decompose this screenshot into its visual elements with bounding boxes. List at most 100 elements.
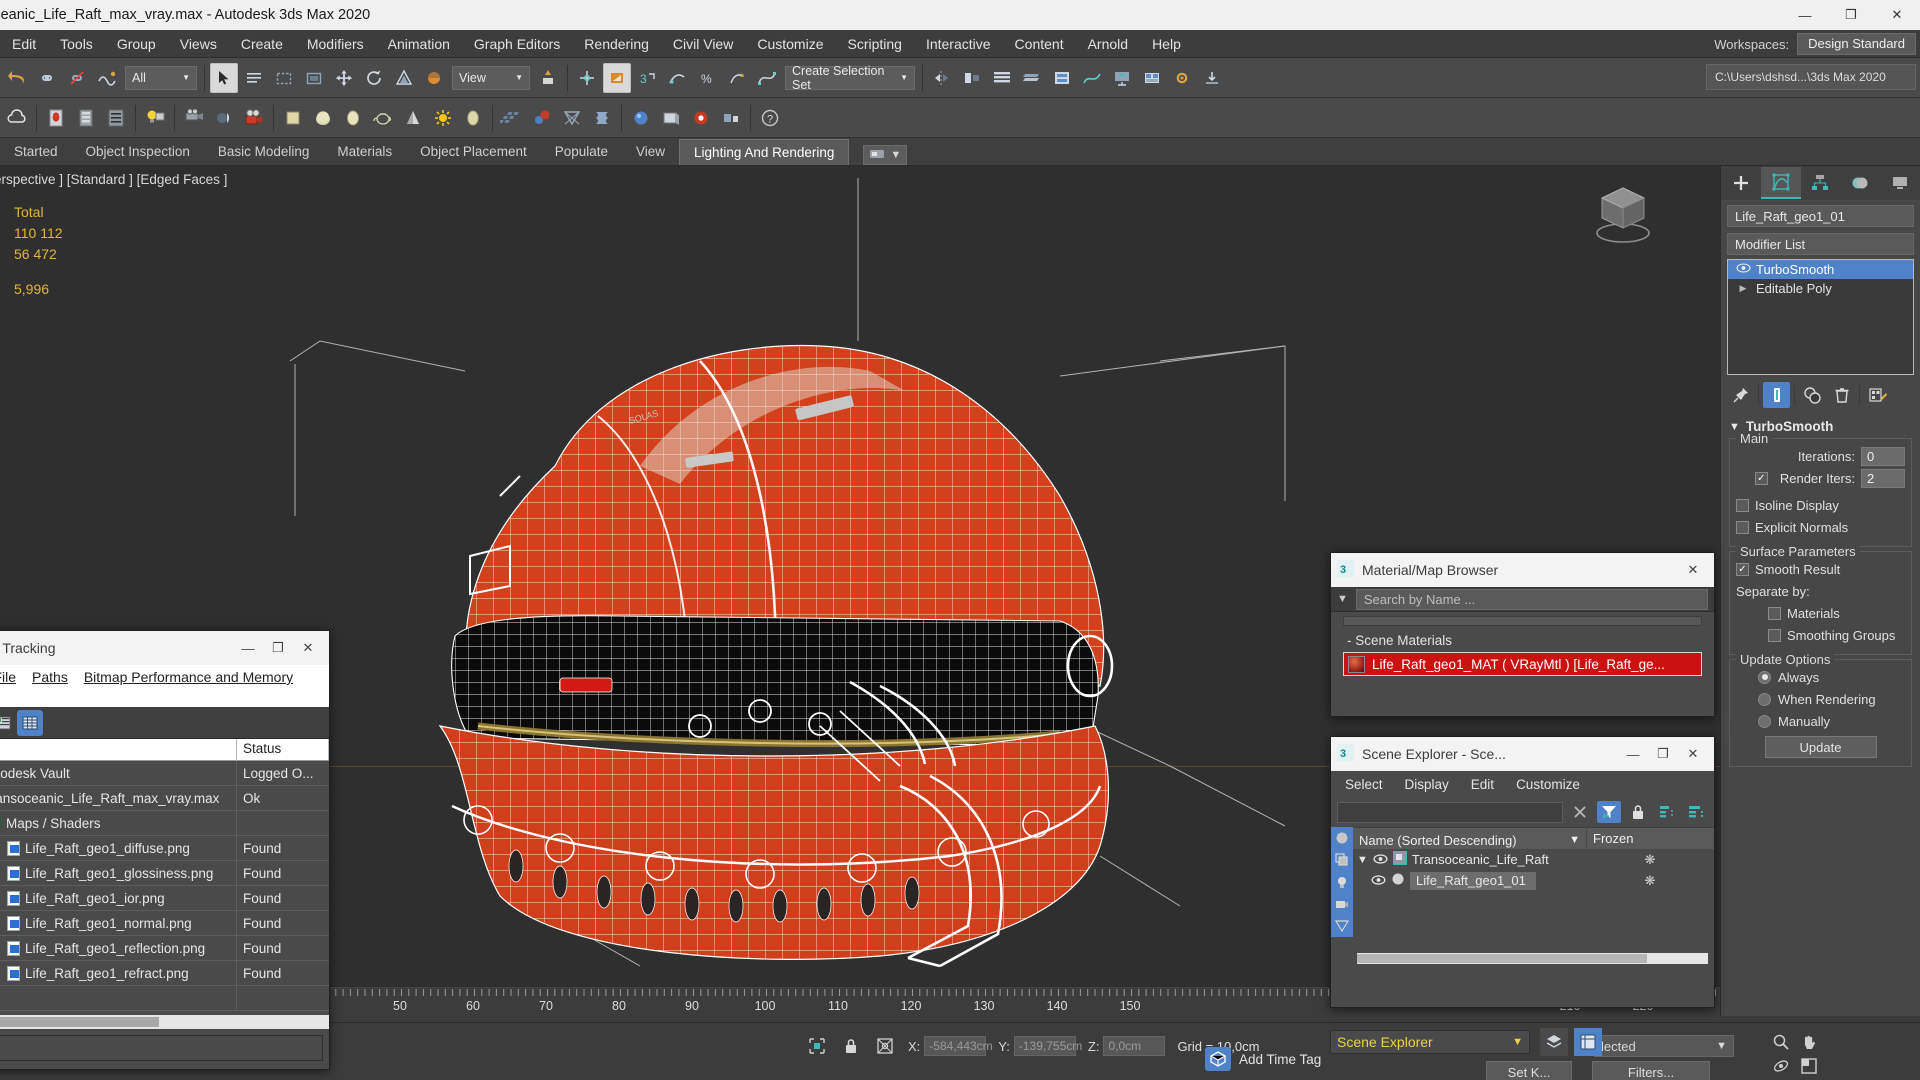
asset-tracking-titlebar[interactable]: sset Tracking — ❐ ✕ (0, 631, 329, 665)
cloth-modifier-icon[interactable] (588, 103, 616, 133)
modifier-stack-item-editable-poly[interactable]: ▶ Editable Poly (1728, 279, 1913, 298)
spinner-snap-icon[interactable] (663, 63, 691, 93)
eye-icon[interactable] (1371, 873, 1386, 888)
table-row[interactable]: Life_Raft_geo1_glossiness.png Found (0, 860, 329, 886)
container-icon[interactable] (657, 103, 685, 133)
close-button[interactable]: ✕ (1874, 0, 1920, 30)
ribbon-tab-lighting-and-rendering[interactable]: Lighting And Rendering (679, 139, 850, 165)
se-filter-shapes-icon[interactable] (1331, 849, 1353, 871)
cone-primitive-icon[interactable] (399, 103, 427, 133)
physical-camera-icon[interactable] (210, 103, 238, 133)
asset-tracking-close[interactable]: ✕ (293, 633, 323, 663)
ribbon-tab-view[interactable]: View (622, 139, 679, 165)
material-browser-titlebar[interactable]: 3 Material/Map Browser ✕ (1331, 553, 1714, 587)
show-end-result-icon[interactable] (1763, 382, 1790, 408)
se-menu-customize[interactable]: Customize (1516, 777, 1580, 792)
material-editor-icon[interactable] (42, 103, 70, 133)
update-option-manually[interactable]: Manually (1736, 710, 1905, 732)
minimize-button[interactable]: — (1782, 0, 1828, 30)
sky-light-icon[interactable] (459, 103, 487, 133)
ribbon-tab-started[interactable]: Started (0, 139, 72, 165)
maximize-button[interactable]: ❐ (1828, 0, 1874, 30)
bind-space-warp-icon[interactable] (93, 63, 121, 93)
asset-tracking-window[interactable]: sset Tracking — ❐ ✕ er File Paths Bitmap… (0, 630, 330, 1070)
help-icon[interactable]: ? (756, 103, 784, 133)
scene-explorer-window[interactable]: 3 Scene Explorer - Sce... — ❐ ✕ Select D… (1330, 736, 1715, 1008)
curve-editor-icon[interactable] (753, 63, 781, 93)
unlink-icon[interactable] (63, 63, 91, 93)
at-paths-view-icon[interactable] (0, 710, 15, 736)
menu-civil-view[interactable]: Civil View (661, 30, 745, 58)
render-frame-icon[interactable] (1078, 63, 1106, 93)
select-and-scale-icon[interactable] (390, 63, 418, 93)
workspaces-combo[interactable]: Design Standard (1797, 33, 1916, 55)
angle-snap-icon[interactable] (603, 62, 631, 93)
y-field[interactable]: -139,755cm (1013, 1036, 1082, 1056)
manually-radio[interactable] (1758, 714, 1771, 728)
smoothing-groups-row[interactable]: Smoothing Groups (1736, 624, 1905, 646)
modifier-stack[interactable]: TurboSmooth ▶ Editable Poly (1727, 259, 1914, 375)
table-row[interactable]: Life_Raft_geo1_ior.png Found (0, 885, 329, 911)
sphere-primitive-icon[interactable] (309, 103, 337, 133)
eye-icon[interactable] (1730, 263, 1756, 276)
menu-edit[interactable]: Edit (0, 30, 48, 58)
menu-graph-editors[interactable]: Graph Editors (462, 30, 572, 58)
chevron-right-icon[interactable]: ▶ (1730, 283, 1756, 294)
render-iters-checkbox[interactable]: ✓ (1754, 471, 1768, 485)
materials-checkbox[interactable] (1768, 606, 1781, 620)
cloud-icon[interactable] (3, 103, 31, 133)
menu-create[interactable]: Create (229, 30, 295, 58)
snap-toggle-icon[interactable] (573, 63, 601, 93)
rectangular-selection-icon[interactable] (270, 63, 298, 93)
se-menu-display[interactable]: Display (1405, 777, 1449, 792)
se-menu-select[interactable]: Select (1345, 777, 1383, 792)
menu-scripting[interactable]: Scripting (835, 30, 913, 58)
sort-descending-icon[interactable]: ▼ (1569, 834, 1586, 846)
menu-content[interactable]: Content (1003, 30, 1076, 58)
align-icon[interactable] (723, 63, 751, 93)
scene-explorer-search-input[interactable] (1337, 801, 1563, 823)
expand-all-icon[interactable] (1655, 801, 1679, 823)
asset-tracking-minimize[interactable]: — (233, 633, 263, 663)
explicit-normals-row[interactable]: Explicit Normals (1736, 516, 1905, 538)
eye-icon[interactable] (1373, 852, 1388, 867)
chevron-down-icon[interactable]: ▼ (1337, 593, 1348, 605)
menu-animation[interactable]: Animation (376, 30, 462, 58)
frozen-snowflake-icon[interactable]: ❋ (1586, 852, 1714, 868)
explicit-normals-checkbox[interactable] (1736, 520, 1749, 534)
selection-status-combo[interactable]: lected ▼ (1594, 1035, 1734, 1057)
materials-row[interactable]: Materials (1736, 602, 1905, 624)
scene-materials-group-label[interactable]: - Scene Materials (1337, 630, 1708, 652)
ribbon-tab-populate[interactable]: Populate (541, 139, 622, 165)
list-item[interactable]: Life_Raft_geo1_01 ❋ (1353, 870, 1714, 891)
isoline-display-checkbox[interactable] (1736, 498, 1749, 512)
data-channel-icon[interactable] (717, 103, 745, 133)
box-primitive-icon[interactable] (279, 103, 307, 133)
time-tag-icon[interactable] (1205, 1047, 1231, 1071)
at-col-status[interactable]: Status (237, 739, 329, 760)
set-key-button[interactable]: Set K... (1486, 1061, 1572, 1080)
se-filter-geometry-icon[interactable] (1331, 827, 1353, 849)
modifier-stack-item-turbosmooth[interactable]: TurboSmooth (1728, 260, 1913, 279)
scene-explorer-footer-combo[interactable]: Scene Explorer ▼ (1330, 1030, 1530, 1054)
select-and-move-icon[interactable] (330, 63, 358, 93)
at-menu-ons[interactable]: ons (0, 687, 323, 703)
material-search-input[interactable]: Search by Name ... (1355, 588, 1708, 610)
table-row[interactable]: Maps / Shaders (0, 810, 329, 836)
render-iters-spinner[interactable]: 2 (1861, 468, 1905, 488)
scene-explorer-maximize[interactable]: ❐ (1648, 739, 1678, 769)
table-row[interactable]: Life_Raft_geo1_normal.png Found (0, 910, 329, 936)
zoom-icon[interactable] (1770, 1031, 1792, 1053)
asset-tracking-maximize[interactable]: ❐ (263, 633, 293, 663)
select-object-icon[interactable] (210, 62, 238, 93)
pin-stack-icon[interactable] (1727, 382, 1754, 408)
material-browser-close[interactable]: ✕ (1678, 555, 1708, 585)
named-selection-set-combo[interactable]: Create Selection Set ▼ (785, 64, 915, 92)
select-by-name-icon[interactable] (240, 63, 268, 93)
camera-icon[interactable] (180, 103, 208, 133)
update-button[interactable]: Update (1764, 736, 1877, 758)
layer-manager-icon[interactable] (1540, 1028, 1568, 1056)
asset-tracking-hscrollbar[interactable] (0, 1015, 329, 1029)
se-col-frozen[interactable]: Frozen (1586, 828, 1714, 849)
select-link-icon[interactable] (33, 63, 61, 93)
